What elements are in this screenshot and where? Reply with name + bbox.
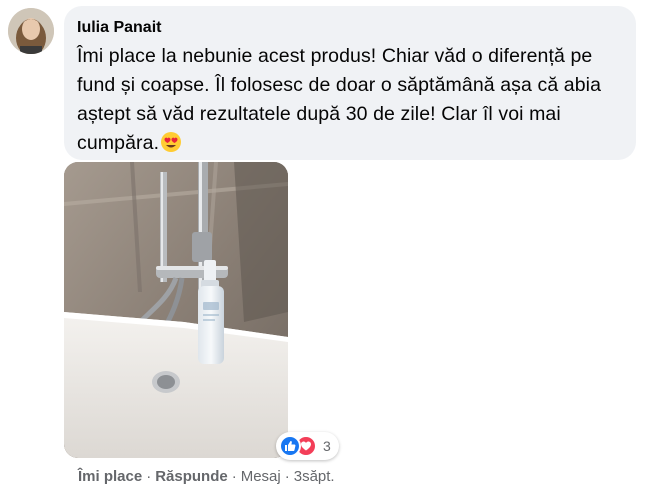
reply-button[interactable]: Răspunde [155, 468, 228, 485]
heart-eyes-emoji [160, 131, 182, 153]
like-button[interactable]: Îmi place [78, 468, 142, 485]
reactions-summary[interactable]: 3 [276, 432, 339, 460]
message-button[interactable]: Mesaj [241, 468, 281, 485]
attached-photo[interactable] [64, 162, 288, 458]
like-icon [279, 435, 301, 457]
comment-timestamp[interactable]: 3săpt. [294, 468, 335, 485]
comment-bubble: Iulia Panait Îmi place la nebunie acest … [64, 6, 636, 160]
avatar-photo [8, 8, 54, 54]
bathroom-photo [64, 162, 288, 458]
action-separator: · [231, 468, 237, 485]
action-separator: · [146, 468, 152, 485]
comment-body: Îmi place la nebunie acest produs! Chiar… [77, 42, 624, 158]
action-separator: · [284, 468, 290, 485]
comment-actions: Îmi place · Răspunde · Mesaj · 3săpt. [78, 467, 335, 487]
comment-text: Îmi place la nebunie acest produs! Chiar… [77, 45, 602, 154]
reaction-count: 3 [323, 438, 331, 454]
avatar[interactable] [8, 8, 54, 54]
comment-author[interactable]: Iulia Panait [77, 18, 624, 38]
